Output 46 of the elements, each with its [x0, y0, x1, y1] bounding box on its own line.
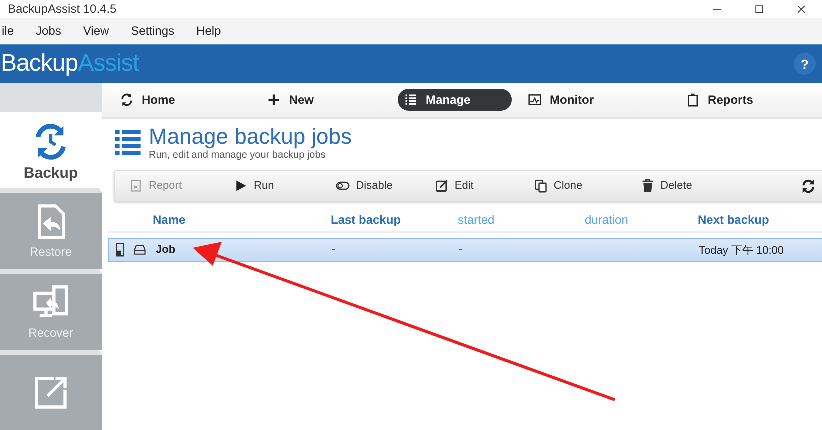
menu-item[interactable]: Jobs: [34, 24, 64, 38]
play-icon: [234, 179, 248, 193]
refresh-button[interactable]: [801, 178, 816, 194]
close-icon: [796, 4, 806, 14]
menu-item[interactable]: Help: [194, 24, 224, 38]
nav-tab[interactable]: Manage: [398, 89, 512, 111]
table-row[interactable]: Job - - Today 下午 10:00: [108, 238, 822, 262]
toggle-icon: [336, 179, 350, 193]
list-icon: [404, 93, 418, 107]
table-cell: Job: [156, 244, 176, 256]
menu-item[interactable]: View: [81, 24, 112, 38]
edit-icon: [434, 179, 449, 193]
nav-tab[interactable]: Monitor: [522, 89, 608, 111]
refresh-icon: [801, 178, 816, 194]
list-icon: [114, 129, 142, 157]
nav-tab[interactable]: Home: [114, 89, 190, 111]
toolbar-button[interactable]: Delete: [636, 177, 696, 195]
copy-icon: [534, 179, 548, 193]
nav-tab[interactable]: Reports: [680, 89, 768, 111]
trash-icon: [640, 179, 655, 193]
table-cell: -: [332, 244, 336, 256]
document-icon: [129, 179, 143, 193]
page-title: Manage backup jobs: [149, 125, 352, 149]
toolbar-button[interactable]: Disable: [332, 177, 397, 195]
chart-icon: [528, 93, 542, 107]
clipboard-icon: [686, 93, 700, 107]
menu-item[interactable]: ile: [0, 24, 16, 38]
column-header[interactable]: Name: [108, 213, 331, 227]
column-header[interactable]: Last backup: [331, 213, 458, 227]
refresh-icon: [120, 93, 134, 107]
help-button[interactable]: ?: [794, 53, 816, 75]
app-logo: BackupAssist: [1, 50, 140, 78]
window-title: BackupAssist 10.4.5: [7, 2, 117, 16]
toolbar-button[interactable]: Edit: [430, 177, 478, 195]
page-subtitle: Run, edit and manage your backup jobs: [149, 150, 327, 161]
plus-icon: [267, 93, 282, 107]
external-arrow-icon: [32, 374, 70, 412]
column-header[interactable]: Next backup: [698, 213, 822, 227]
toolbar-button[interactable]: Clone: [530, 177, 587, 195]
drive-icon: [133, 243, 147, 257]
table-cell: -: [459, 244, 463, 256]
menu-item[interactable]: Settings: [129, 24, 177, 38]
nav-tab[interactable]: New: [261, 89, 328, 111]
table-cell-text: Today 下午 10:00: [699, 244, 784, 258]
toolbar-button[interactable]: Run: [230, 177, 278, 195]
maximize-icon: [754, 4, 764, 14]
